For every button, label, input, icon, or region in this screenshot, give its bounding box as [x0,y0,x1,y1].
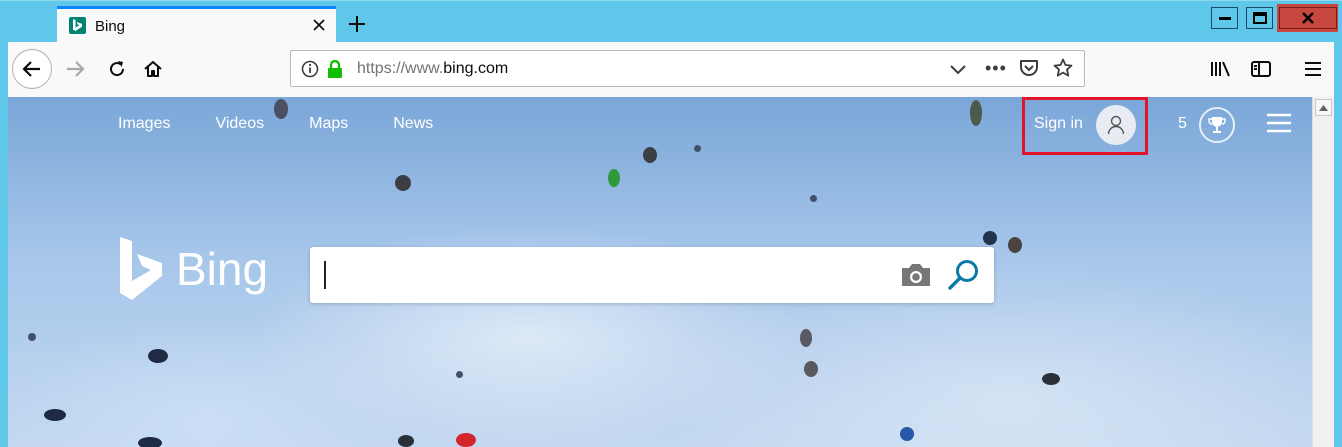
new-tab-plus-icon[interactable] [344,11,370,37]
nav-link-news[interactable]: News [393,115,433,133]
library-button[interactable] [1206,54,1236,84]
library-icon [1211,61,1230,77]
home-button[interactable] [138,54,168,84]
pocket-icon[interactable] [1019,59,1039,77]
skater-figure [970,100,982,126]
sidebars-button[interactable] [1246,54,1276,84]
skater-figure [694,145,701,152]
home-icon [144,61,162,77]
page-actions-more-icon[interactable]: ••• [985,58,1007,79]
skater-figure [398,435,414,447]
search-magnifier-icon[interactable] [946,257,982,293]
skater-figure [804,361,818,377]
avatar[interactable] [1096,105,1136,145]
skater-figure [800,329,812,347]
forward-arrow-icon [67,61,85,77]
tab-title: Bing [95,18,126,35]
top-nav-links: Images Videos Maps News [118,115,478,133]
url-bar[interactable]: https://www.bing.com ••• [290,50,1085,87]
skater-figure [643,147,657,163]
close-tab-icon[interactable] [308,14,330,36]
skater-figure [1042,373,1060,385]
bing-b-logo-icon [120,237,162,300]
skater-figure [900,427,914,441]
sidebar-icon [1251,61,1271,77]
reload-icon [110,61,125,77]
bing-wordmark: Bing [176,243,269,295]
open-menu-button[interactable] [1298,54,1328,84]
nav-link-images[interactable]: Images [118,115,170,133]
skater-figure [148,349,168,363]
skater-figure [28,333,36,341]
bing-favicon-icon [69,17,86,34]
skater-figure [608,169,620,187]
url-domain: bing.com [443,60,509,77]
search-input[interactable] [310,247,994,303]
url-scheme: https://www. [357,60,444,77]
minimize-button[interactable] [1207,4,1242,32]
skater-figure [810,195,817,202]
skater-figure [395,175,411,191]
skater-figure [138,437,162,447]
user-icon [1107,115,1125,135]
sign-in-link[interactable]: Sign in [1034,115,1083,133]
info-icon[interactable] [301,60,319,78]
nav-link-videos[interactable]: Videos [215,115,264,133]
nav-link-maps[interactable]: Maps [309,115,348,133]
forward-button[interactable] [60,54,90,84]
back-arrow-icon [22,61,40,77]
tab-bing[interactable]: Bing [57,6,336,43]
tab-strip: Bing [0,0,1342,43]
bookmark-star-icon[interactable] [1053,58,1073,78]
secure-lock-icon[interactable] [327,60,343,78]
camera-visual-search-icon[interactable] [900,262,932,288]
chevron-down-icon[interactable] [949,60,967,78]
window-close-button[interactable] [1277,4,1338,32]
settings-hamburger-icon[interactable] [1266,113,1292,133]
rewards-count[interactable]: 5 [1178,115,1187,133]
skater-figure [456,371,463,378]
bing-logo: Bing [118,237,268,301]
skater-figure [983,231,997,245]
skater-figure [1008,237,1022,253]
rewards-trophy-icon[interactable] [1199,107,1235,143]
back-button[interactable] [12,49,52,89]
navigation-toolbar: https://www.bing.com ••• [0,42,1342,97]
skater-figure [456,433,476,447]
maximize-button[interactable] [1242,4,1277,32]
reload-button[interactable] [102,54,132,84]
skater-figure [44,409,66,421]
vertical-scrollbar[interactable] [1312,97,1334,447]
scroll-up-arrow-icon[interactable] [1315,99,1332,116]
bing-homepage: Images Videos Maps News Sign in 5 Bing [8,97,1312,447]
url-text[interactable]: https://www.bing.com [357,60,508,78]
window-frame-right [1334,97,1342,447]
hamburger-menu-icon [1305,62,1321,76]
text-caret [324,261,326,289]
